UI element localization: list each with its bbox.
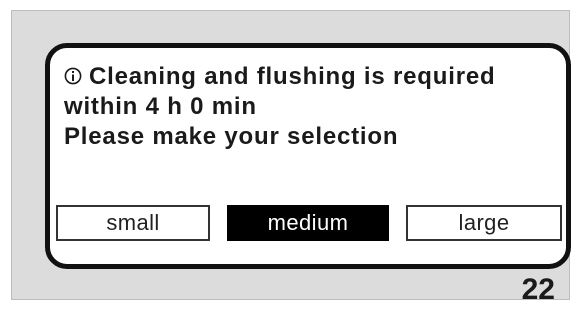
message-line-1-text: Cleaning and flushing is required [89,63,496,90]
message-line-3: Please make your selection [64,123,399,150]
option-medium-button[interactable]: medium [227,205,389,241]
info-icon [64,67,82,85]
option-large-button[interactable]: large [406,205,562,241]
option-small-button[interactable]: small [56,205,210,241]
selection-options: small medium large [56,205,562,241]
figure-frame: Cleaning and flushing is required within… [11,10,571,306]
display-message: Cleaning and flushing is required within… [64,62,556,152]
figure-number: 22 [521,273,555,306]
message-line-2: within 4 h 0 min [64,93,257,120]
message-line-1: Cleaning and flushing is required [64,62,556,92]
machine-display: Cleaning and flushing is required within… [45,43,571,269]
